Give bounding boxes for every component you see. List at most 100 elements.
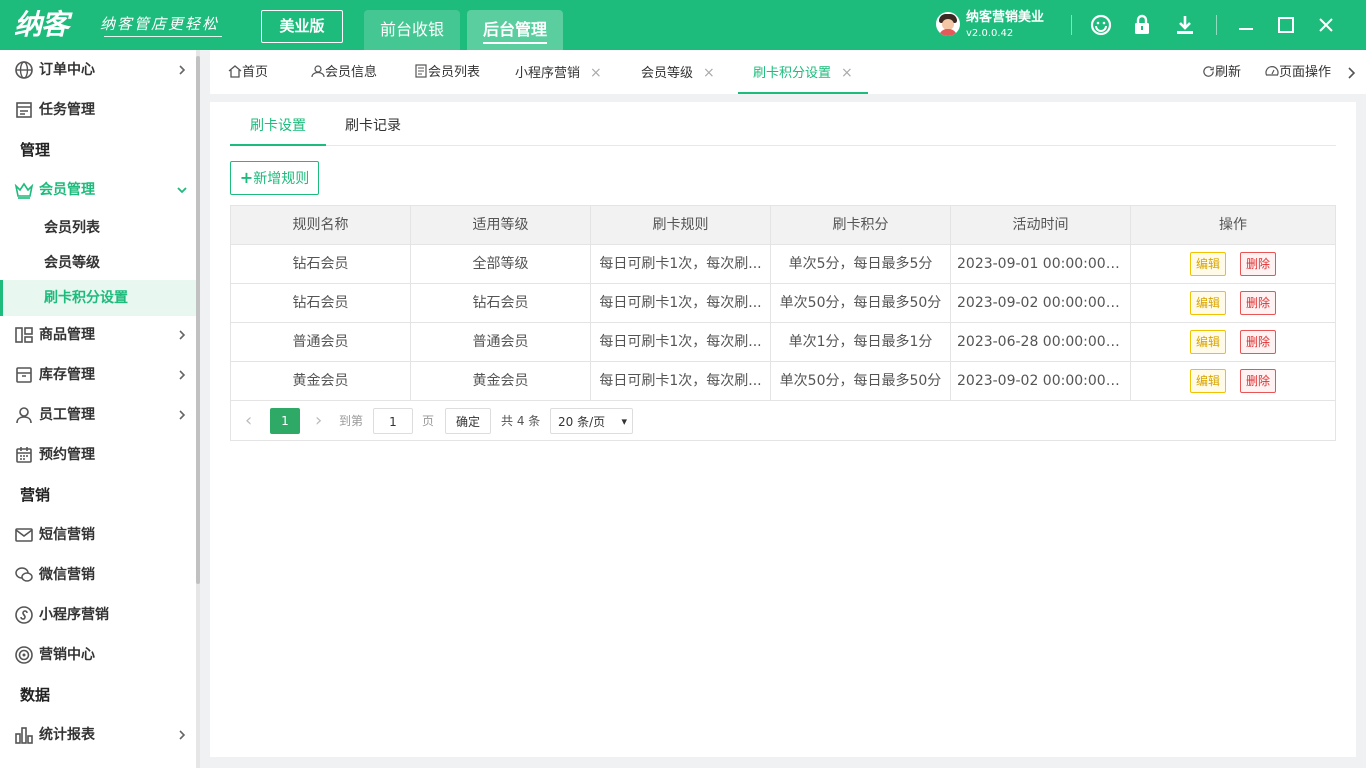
swipe-rule-cell: 每日可刷卡1次，每次刷...	[591, 245, 771, 284]
delete-button[interactable]: 删除	[1240, 252, 1276, 276]
goto-confirm-button[interactable]: 确定	[445, 408, 491, 434]
close-tab-icon[interactable]: ×	[590, 65, 602, 81]
section-data: 数据	[20, 686, 51, 704]
rule-name-cell: 钻石会员	[231, 245, 411, 284]
minimize-icon[interactable]	[1234, 13, 1258, 37]
level-cell: 全部等级	[411, 245, 591, 284]
refresh-button[interactable]: 刷新	[1202, 50, 1241, 94]
sidebar-item-member-level[interactable]: 会员等级	[0, 245, 196, 281]
sidebar-item-swipe-points[interactable]: 刷卡积分设置	[0, 280, 196, 316]
sidebar-item-member-list[interactable]: 会员列表	[0, 210, 196, 246]
table-header: 规则名称 适用等级 刷卡规则 刷卡积分 活动时间 操作	[231, 206, 1335, 245]
sidebar-item-task-management[interactable]: 任务管理	[0, 92, 196, 128]
delete-button[interactable]: 删除	[1240, 330, 1276, 354]
bar-chart-icon	[15, 727, 33, 744]
sidebar-item-inventory-management[interactable]: 库存管理	[0, 357, 196, 393]
swipe-rule-cell: 每日可刷卡1次，每次刷...	[591, 284, 771, 323]
activity-time-cell: 2023-09-02 00:00:00 - 2...	[951, 284, 1131, 323]
maximize-icon[interactable]	[1274, 13, 1298, 37]
main-content: 刷卡设置 刷卡记录 +新增规则 规则名称 适用等级 刷卡规则 刷卡积分 活动时间…	[210, 102, 1356, 757]
task-icon	[16, 102, 32, 118]
close-tab-icon[interactable]: ×	[841, 65, 853, 81]
sidebar-item-product-management[interactable]: 商品管理	[0, 317, 196, 353]
tab-front-cashier[interactable]: 前台收银	[364, 10, 461, 50]
sidebar: 订单中心 任务管理 管理 会员管理 会员列表 会员等级 刷卡积分设置 商品管理 …	[0, 50, 196, 768]
close-tab-icon[interactable]: ×	[703, 65, 715, 81]
tab-member-level[interactable]: 会员等级 ×	[641, 50, 715, 94]
sidebar-item-appointment-management[interactable]: 预约管理	[0, 437, 196, 473]
inventory-icon	[16, 367, 32, 383]
sidebar-item-member-management[interactable]: 会员管理	[0, 172, 196, 208]
user-name[interactable]: 纳客营销美业	[966, 10, 1044, 26]
sidebar-item-order-center[interactable]: 订单中心	[0, 52, 196, 88]
swipe-rule-cell: 每日可刷卡1次，每次刷...	[591, 362, 771, 401]
chevron-right-icon[interactable]	[1346, 67, 1356, 79]
sidebar-item-miniprogram-marketing[interactable]: 小程序营销	[0, 597, 196, 633]
page-size-select[interactable]: 20 条/页 ▾	[550, 408, 633, 434]
sidebar-item-wechat-marketing[interactable]: 微信营销	[0, 557, 196, 593]
table-row: 普通会员 普通会员 每日可刷卡1次，每次刷... 单次1分，每日最多1分 202…	[231, 323, 1335, 362]
pagination: ‹ 1 › 到第 1 页 确定 共 4 条 20 条/页 ▾	[231, 401, 1335, 440]
column-header: 活动时间	[951, 206, 1131, 245]
edit-button[interactable]: 编辑	[1190, 369, 1226, 393]
download-icon[interactable]	[1173, 13, 1197, 37]
sidebar-item-sms-marketing[interactable]: 短信营销	[0, 517, 196, 553]
tab-miniprogram-marketing[interactable]: 小程序营销 ×	[515, 50, 602, 94]
customer-service-icon[interactable]	[1089, 13, 1113, 37]
tab-swipe-settings[interactable]: 刷卡设置	[230, 102, 326, 146]
goto-page-input[interactable]: 1	[373, 408, 413, 434]
page-suffix: 页	[422, 414, 435, 428]
globe-icon	[15, 61, 33, 79]
sidebar-item-statistics-report[interactable]: 统计报表	[0, 717, 196, 753]
sidebar-scrollbar-thumb[interactable]	[196, 56, 200, 584]
chevron-right-icon	[179, 730, 186, 740]
edit-button[interactable]: 编辑	[1190, 252, 1226, 276]
crown-icon	[14, 182, 34, 199]
delete-button[interactable]: 删除	[1240, 369, 1276, 393]
column-header: 适用等级	[411, 206, 591, 245]
sidebar-item-staff-management[interactable]: 员工管理	[0, 397, 196, 433]
chevron-down-icon	[177, 187, 187, 194]
level-cell: 黄金会员	[411, 362, 591, 401]
swipe-rule-cell: 每日可刷卡1次，每次刷...	[591, 323, 771, 362]
tab-swipe-points[interactable]: 刷卡积分设置 ×	[738, 50, 868, 94]
dropdown-arrow-icon: ▾	[621, 415, 627, 428]
table-row: 黄金会员 黄金会员 每日可刷卡1次，每次刷... 单次50分，每日最多50分 2…	[231, 362, 1335, 401]
goto-label: 到第	[339, 414, 364, 428]
app-slogan: 纳客管店更轻松	[100, 15, 220, 33]
rule-name-cell: 黄金会员	[231, 362, 411, 401]
tab-member-list[interactable]: 会员列表	[414, 50, 480, 94]
divider	[1216, 15, 1217, 35]
page-operations-button[interactable]: 页面操作	[1265, 50, 1331, 94]
tab-swipe-records[interactable]: 刷卡记录	[325, 102, 421, 146]
avatar[interactable]	[936, 12, 960, 36]
delete-button[interactable]: 删除	[1240, 291, 1276, 315]
column-header: 规则名称	[231, 206, 411, 245]
target-icon	[15, 646, 33, 664]
activity-time-cell: 2023-09-02 00:00:00 - 2...	[951, 362, 1131, 401]
tab-back-office[interactable]: 后台管理	[467, 10, 564, 50]
table-row: 钻石会员 全部等级 每日可刷卡1次，每次刷... 单次5分，每日最多5分 202…	[231, 245, 1335, 284]
actions-cell: 编辑 删除	[1131, 362, 1335, 401]
close-icon[interactable]	[1314, 13, 1338, 37]
add-rule-button[interactable]: +新增规则	[230, 161, 319, 195]
level-cell: 普通会员	[411, 323, 591, 362]
tab-member-info[interactable]: 会员信息	[311, 50, 377, 94]
rule-name-cell: 钻石会员	[231, 284, 411, 323]
prev-page-button[interactable]: ‹	[245, 408, 252, 434]
next-page-button[interactable]: ›	[315, 408, 322, 434]
swipe-points-cell: 单次5分，每日最多5分	[771, 245, 951, 284]
tab-home[interactable]: 首页	[228, 50, 268, 94]
edit-button[interactable]: 编辑	[1190, 291, 1226, 315]
edition-badge[interactable]: 美业版	[261, 10, 343, 43]
lock-icon[interactable]	[1130, 13, 1154, 37]
activity-time-cell: 2023-06-28 00:00:00 - 2...	[951, 323, 1131, 362]
chevron-right-icon	[179, 65, 186, 75]
sidebar-item-marketing-center[interactable]: 营销中心	[0, 637, 196, 673]
actions-cell: 编辑 删除	[1131, 323, 1335, 362]
section-management: 管理	[20, 141, 51, 159]
edit-button[interactable]: 编辑	[1190, 330, 1226, 354]
current-page[interactable]: 1	[270, 408, 300, 434]
page-tab-bar: 首页 会员信息 会员列表 小程序营销 × 会员等级 × 刷卡积分设置 × 刷新 页面操…	[210, 50, 1366, 94]
wechat-icon	[15, 567, 33, 582]
